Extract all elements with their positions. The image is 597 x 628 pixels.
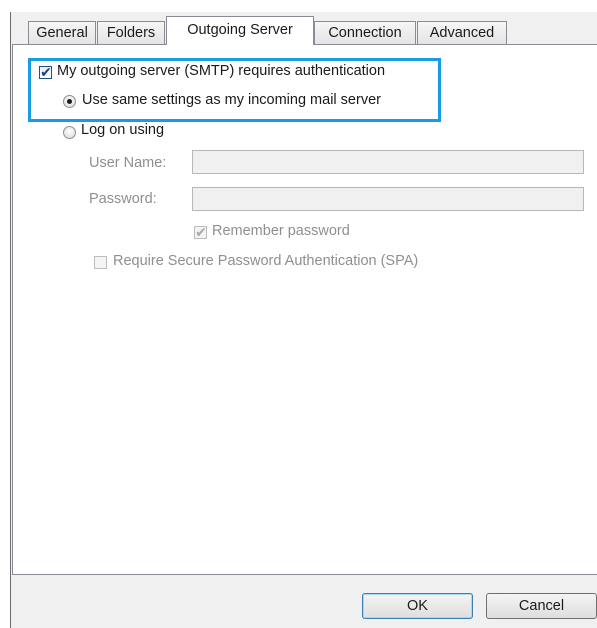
remember-password-checkbox[interactable]: ✔ [194,224,207,240]
log-on-using-label[interactable]: Log on using [81,122,164,138]
password-input[interactable] [192,187,584,211]
tab-advanced[interactable]: Advanced [417,21,507,44]
user-name-input[interactable] [192,150,584,174]
tab-general[interactable]: General [28,21,96,44]
spa-checkbox[interactable] [94,256,107,269]
checkmark-icon: ✔ [40,64,52,80]
password-label: Password: [89,191,157,207]
tab-outgoing-server[interactable]: Outgoing Server [166,16,314,45]
use-same-settings-label[interactable]: Use same settings as my incoming mail se… [82,92,381,108]
cancel-button[interactable]: Cancel [486,593,597,619]
radio-selected-dot [67,99,72,104]
tab-outgoing-server-label: Outgoing Server [187,22,293,38]
requires-auth-checkbox[interactable]: ✔ [39,64,52,80]
checkmark-icon: ✔ [195,224,207,240]
spa-label: Require Secure Password Authentication (… [113,253,419,269]
ok-button[interactable]: OK [362,593,473,619]
use-same-settings-radio[interactable] [63,95,76,108]
log-on-using-radio[interactable] [63,126,76,139]
tab-advanced-label: Advanced [429,25,495,41]
tab-folders[interactable]: Folders [97,21,165,44]
remember-password-label: Remember password [212,223,350,239]
tab-connection-label: Connection [328,25,402,41]
user-name-label: User Name: [89,155,167,171]
tab-general-label: General [36,25,88,41]
requires-auth-label[interactable]: My outgoing server (SMTP) requires authe… [57,63,385,79]
tab-connection[interactable]: Connection [314,21,416,44]
tab-folders-label: Folders [106,25,156,41]
